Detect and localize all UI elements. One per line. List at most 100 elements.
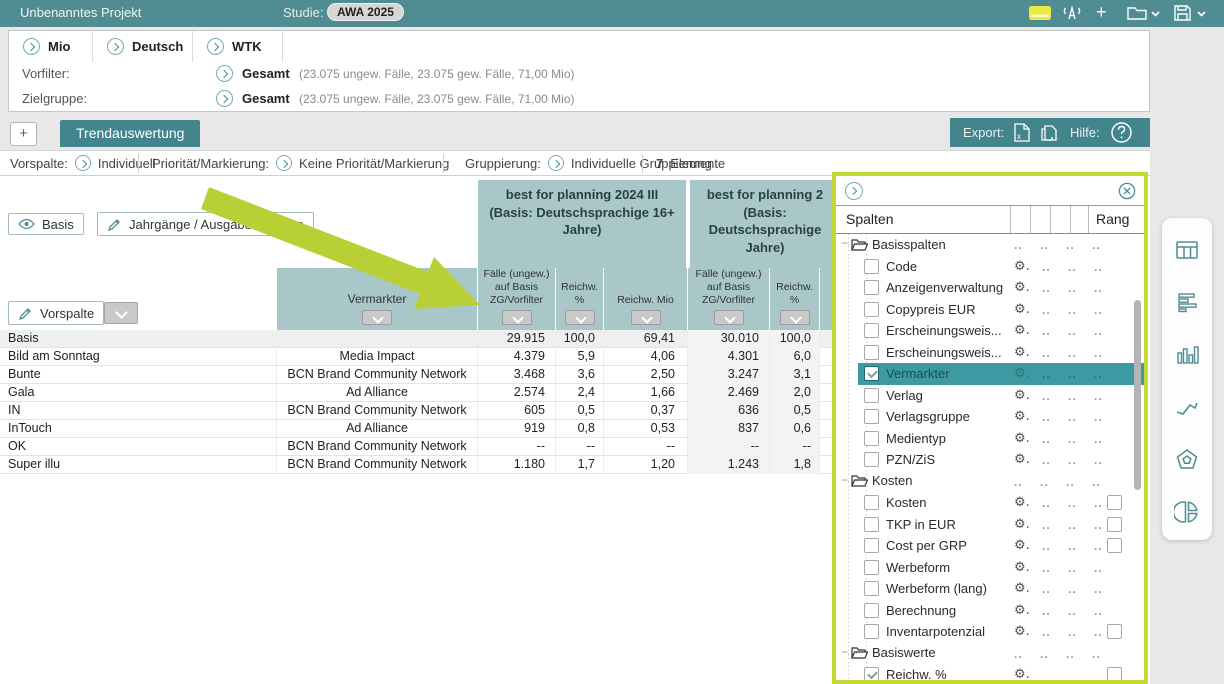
checkbox[interactable] [864, 560, 879, 575]
checkbox[interactable] [864, 452, 879, 467]
circle-chevron-icon[interactable] [216, 90, 233, 107]
tree-item-partial[interactable]: Reichw. % [836, 664, 1144, 680]
wtk-button[interactable]: WTK [193, 31, 283, 62]
checkbox[interactable] [864, 259, 879, 274]
table-row[interactable]: Gala Ad Alliance 2.574 2,4 1,66 2.469 2,… [0, 384, 840, 402]
pie-chart-icon[interactable] [1174, 499, 1200, 525]
circle-chevron-icon[interactable] [845, 182, 863, 200]
gear-icon[interactable] [1014, 451, 1030, 467]
tree-item[interactable]: Erscheinungsweis... [836, 342, 1144, 364]
checkbox[interactable] [864, 388, 879, 403]
checkbox[interactable] [864, 345, 879, 360]
circle-chevron-icon[interactable] [216, 65, 233, 82]
tree-item[interactable]: Anzeigenverwaltung [836, 277, 1144, 299]
tree-item[interactable]: PZN/ZiS [836, 449, 1144, 471]
column-sort-chevron[interactable] [502, 310, 532, 325]
tree-item[interactable]: Kosten [836, 492, 1144, 514]
column-sort-chevron[interactable] [631, 310, 661, 325]
jahrgaenge-button[interactable]: Jahrgänge / Ausgaben wählen [97, 212, 314, 236]
checkbox[interactable] [864, 603, 879, 618]
table-row[interactable]: Basis 29.915 100,0 69,41 30.010 100,0 [0, 330, 840, 348]
panel-scrollbar[interactable] [1134, 300, 1141, 490]
tree-item[interactable]: Inventarpotenzial [836, 621, 1144, 643]
tree-item[interactable]: Verlagsgruppe [836, 406, 1144, 428]
column-sort-chevron[interactable] [780, 310, 810, 325]
save-icon[interactable] [1172, 4, 1206, 25]
tree-folder[interactable]: − Basisspalten [836, 234, 1144, 256]
table-view-icon[interactable] [1174, 237, 1200, 263]
gear-icon[interactable] [1014, 537, 1030, 553]
add-icon[interactable]: + [1096, 2, 1107, 23]
collapse-icon[interactable]: − [841, 236, 848, 250]
export-excel-icon[interactable]: x [1012, 122, 1032, 146]
checkbox[interactable] [864, 431, 879, 446]
gear-icon[interactable] [1014, 279, 1030, 295]
column-sort-chevron[interactable] [362, 310, 392, 325]
tree-item[interactable]: Erscheinungsweis... [836, 320, 1144, 342]
panel-yellow-icon[interactable] [1028, 4, 1052, 25]
checkbox[interactable] [864, 323, 879, 338]
add-tab-button[interactable]: + [10, 122, 37, 146]
tab-trendauswertung[interactable]: Trendauswertung [60, 120, 200, 147]
checkbox[interactable] [864, 581, 879, 596]
checkbox-checked[interactable] [864, 366, 879, 381]
gear-icon[interactable] [1014, 322, 1030, 338]
deutsch-button[interactable]: Deutsch [93, 31, 193, 62]
gear-icon[interactable] [1014, 387, 1030, 403]
checkbox[interactable] [864, 409, 879, 424]
vorspalte-chevron-button[interactable] [104, 302, 138, 324]
tree-item[interactable]: Medientyp [836, 428, 1144, 450]
open-folder-icon[interactable] [1126, 4, 1160, 25]
vorspalte-setting[interactable]: Vorspalte: Individuell [10, 151, 156, 175]
checkbox[interactable] [864, 538, 879, 553]
vorspalte-button[interactable]: Vorspalte [8, 301, 104, 325]
gear-icon[interactable] [1014, 559, 1030, 575]
rang-checkbox[interactable] [1107, 538, 1122, 553]
column-sort-chevron[interactable] [714, 310, 744, 325]
checkbox[interactable] [864, 495, 879, 510]
gear-icon[interactable] [1014, 408, 1030, 424]
gear-icon[interactable] [1014, 301, 1030, 317]
radar-chart-icon[interactable] [1174, 447, 1200, 473]
line-chart-icon[interactable] [1174, 395, 1200, 421]
table-row[interactable]: Super illu BCN Brand Community Network 1… [0, 456, 840, 474]
tree-folder[interactable]: − Basiswerte [836, 643, 1144, 665]
prioritaet-setting[interactable]: Priorität/Markierung: Keine Priorität/Ma… [152, 151, 449, 175]
checkbox[interactable] [864, 624, 879, 639]
tree-item-selected[interactable]: Vermarkter [836, 363, 1144, 385]
tree-item[interactable]: Copypreis EUR [836, 299, 1144, 321]
column-sort-chevron[interactable] [565, 310, 595, 325]
close-icon[interactable] [1118, 182, 1136, 200]
collapse-icon[interactable]: − [841, 473, 848, 487]
basis-button[interactable]: Basis [8, 213, 84, 235]
gear-icon[interactable] [1014, 602, 1030, 618]
rang-checkbox[interactable] [1107, 667, 1122, 680]
tree-item[interactable]: Werbeform [836, 557, 1144, 579]
export-copy-icon[interactable] [1038, 122, 1060, 146]
gear-icon[interactable] [1014, 344, 1030, 360]
table-row[interactable]: OK BCN Brand Community Network -- -- -- … [0, 438, 840, 456]
mio-button[interactable]: Mio [9, 31, 93, 62]
table-row[interactable]: InTouch Ad Alliance 919 0,8 0,53 837 0,6 [0, 420, 840, 438]
checkbox[interactable] [864, 280, 879, 295]
antenna-icon[interactable] [1060, 4, 1084, 25]
tree-item[interactable]: Werbeform (lang) [836, 578, 1144, 600]
table-row[interactable]: Bild am Sonntag Media Impact 4.379 5,9 4… [0, 348, 840, 366]
gear-icon[interactable] [1014, 258, 1030, 274]
checkbox[interactable] [864, 302, 879, 317]
gear-icon[interactable] [1014, 516, 1030, 532]
table-row[interactable]: Bunte BCN Brand Community Network 3.468 … [0, 366, 840, 384]
bar-horizontal-icon[interactable] [1174, 289, 1200, 315]
gear-icon[interactable] [1014, 580, 1030, 596]
checkbox-checked[interactable] [864, 667, 879, 680]
rang-checkbox[interactable] [1107, 495, 1122, 510]
tree-item[interactable]: Berechnung [836, 600, 1144, 622]
tree-folder[interactable]: − Kosten [836, 471, 1144, 493]
help-icon[interactable] [1110, 121, 1133, 147]
gear-icon[interactable] [1014, 365, 1030, 381]
tree-item[interactable]: TKP in EUR [836, 514, 1144, 536]
rang-checkbox[interactable] [1107, 624, 1122, 639]
collapse-icon[interactable]: − [841, 645, 848, 659]
table-row[interactable]: IN BCN Brand Community Network 605 0,5 0… [0, 402, 840, 420]
gear-icon[interactable] [1014, 623, 1030, 639]
